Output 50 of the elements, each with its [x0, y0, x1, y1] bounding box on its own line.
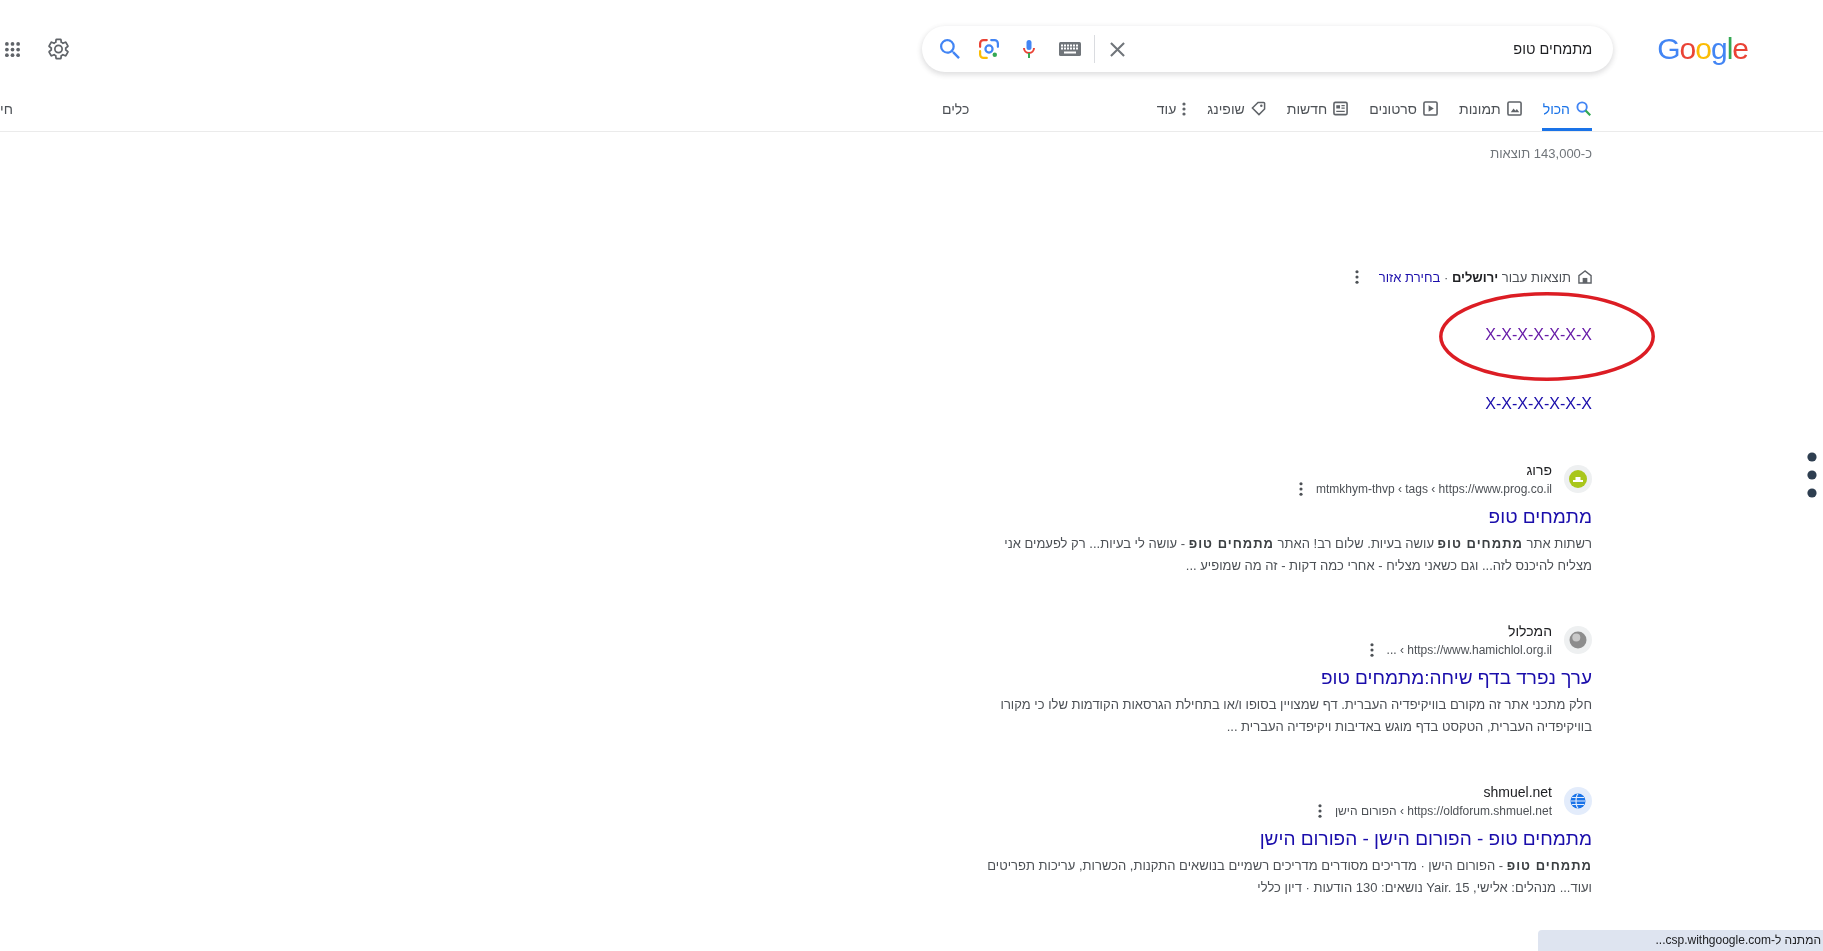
microphone-icon[interactable] — [1023, 39, 1036, 59]
site-name[interactable]: המכלול — [1507, 621, 1552, 641]
change-region-link[interactable]: בחירת אזור — [1378, 269, 1441, 285]
tab[interactable]: הכול — [1541, 89, 1592, 131]
camera-icon[interactable] — [979, 39, 1000, 59]
keyboard-icon[interactable] — [1059, 42, 1082, 56]
three-dots-icon[interactable] — [1807, 452, 1817, 498]
location-notice: תוצאות עבור ירושלים · בחירת אזור — [1378, 269, 1571, 285]
tools-button[interactable]: כלים — [942, 100, 970, 117]
image-icon — [1506, 101, 1522, 116]
site-name[interactable]: shmuel.net — [1483, 782, 1552, 802]
play-icon — [1423, 101, 1439, 116]
search-icon — [1576, 101, 1591, 116]
local-result-link[interactable]: X-X-X-X-X-X-X — [1485, 326, 1592, 343]
home-icon — [1578, 270, 1592, 284]
globe-icon — [1564, 787, 1592, 815]
tab[interactable]: חדשות — [1285, 89, 1350, 131]
result-url[interactable]: הפורום הישן ‹ https://oldforum.shmuel.net — [1334, 802, 1552, 820]
result-snippet: רשתות אתר מתמחים טופ עושה בעיות. שלום רב! האתר מתמחים טופ - עושה לי בעיות... רק לפעמים אני מצליח להיכנס לזה... וגם כשאני מצליח - אחרי כמה דקות - זה מה שמופיע ... — [1003, 535, 1592, 575]
apps-grid-icon[interactable] — [5, 41, 20, 57]
three-dots-icon — [1182, 101, 1187, 116]
google-logo[interactable]: Google — [1657, 34, 1748, 64]
tab[interactable]: שופינג — [1206, 89, 1267, 131]
cut-off-label[interactable]: חי — [0, 100, 13, 117]
sphere-icon — [1564, 626, 1592, 654]
site-name[interactable]: פרוג — [1526, 460, 1552, 480]
result-url[interactable]: ... ‹ https://www.hamichlol.org.il — [1386, 641, 1552, 659]
three-dots-icon[interactable] — [1354, 270, 1359, 284]
tag-icon — [1250, 101, 1266, 116]
result-snippet: חלק מתכני אתר זה מקורם בוויקיפדיה העברית. דף שמצויין בסופו ו/או בתחילת הגרסאות הקודמות שלו כי מקורו בוויקיפדיה העברית, הטקסט בדף מוגש באדיבות ויקיפדיה העברית ... — [999, 696, 1592, 736]
local-result-link[interactable]: X-X-X-X-X-X-X — [1485, 395, 1592, 412]
three-dots-icon[interactable] — [1317, 804, 1322, 818]
result-url[interactable]: mtmkhym-thvp ‹ tags ‹ https://www.prog.co.il — [1315, 480, 1552, 498]
tab[interactable]: סרטונים — [1368, 89, 1440, 131]
search-field[interactable]: מתמחים טופ — [922, 26, 1614, 72]
tab[interactable]: תמונות — [1458, 89, 1523, 131]
close-icon[interactable] — [1110, 41, 1126, 57]
three-dots-icon[interactable] — [1369, 643, 1374, 657]
result-title-link[interactable]: מתמחים טופ — [1488, 506, 1592, 527]
site-logo-icon — [1564, 465, 1592, 493]
newspaper-icon — [1333, 101, 1349, 116]
status-bubble: המתנה ל-csp.withgoogle.com... — [1538, 930, 1823, 951]
tab[interactable]: עוד — [1155, 89, 1188, 131]
search-icon[interactable] — [940, 39, 961, 59]
result-title-link[interactable]: ערך נפרד בדף שיחה:מתמחים טופ — [1320, 667, 1592, 688]
settings-icon[interactable] — [48, 38, 69, 60]
three-dots-icon[interactable] — [1298, 482, 1303, 496]
result-title-link[interactable]: מתמחים טופ - הפורום הישן - הפורום הישן — [1259, 828, 1592, 849]
result-count: כ-143,000 תוצאות — [1490, 145, 1592, 163]
result-snippet: מתמחים טופ - הפורום הישן · מדריכים מסודרים מדריכים רשמיים בנושאים התקנות, הכשרות, עריכות תפריטים ועוד... מנהלים: אלישי, Yair. 15 נושאים: 130 הודעות · דיון כללי — [986, 857, 1592, 897]
